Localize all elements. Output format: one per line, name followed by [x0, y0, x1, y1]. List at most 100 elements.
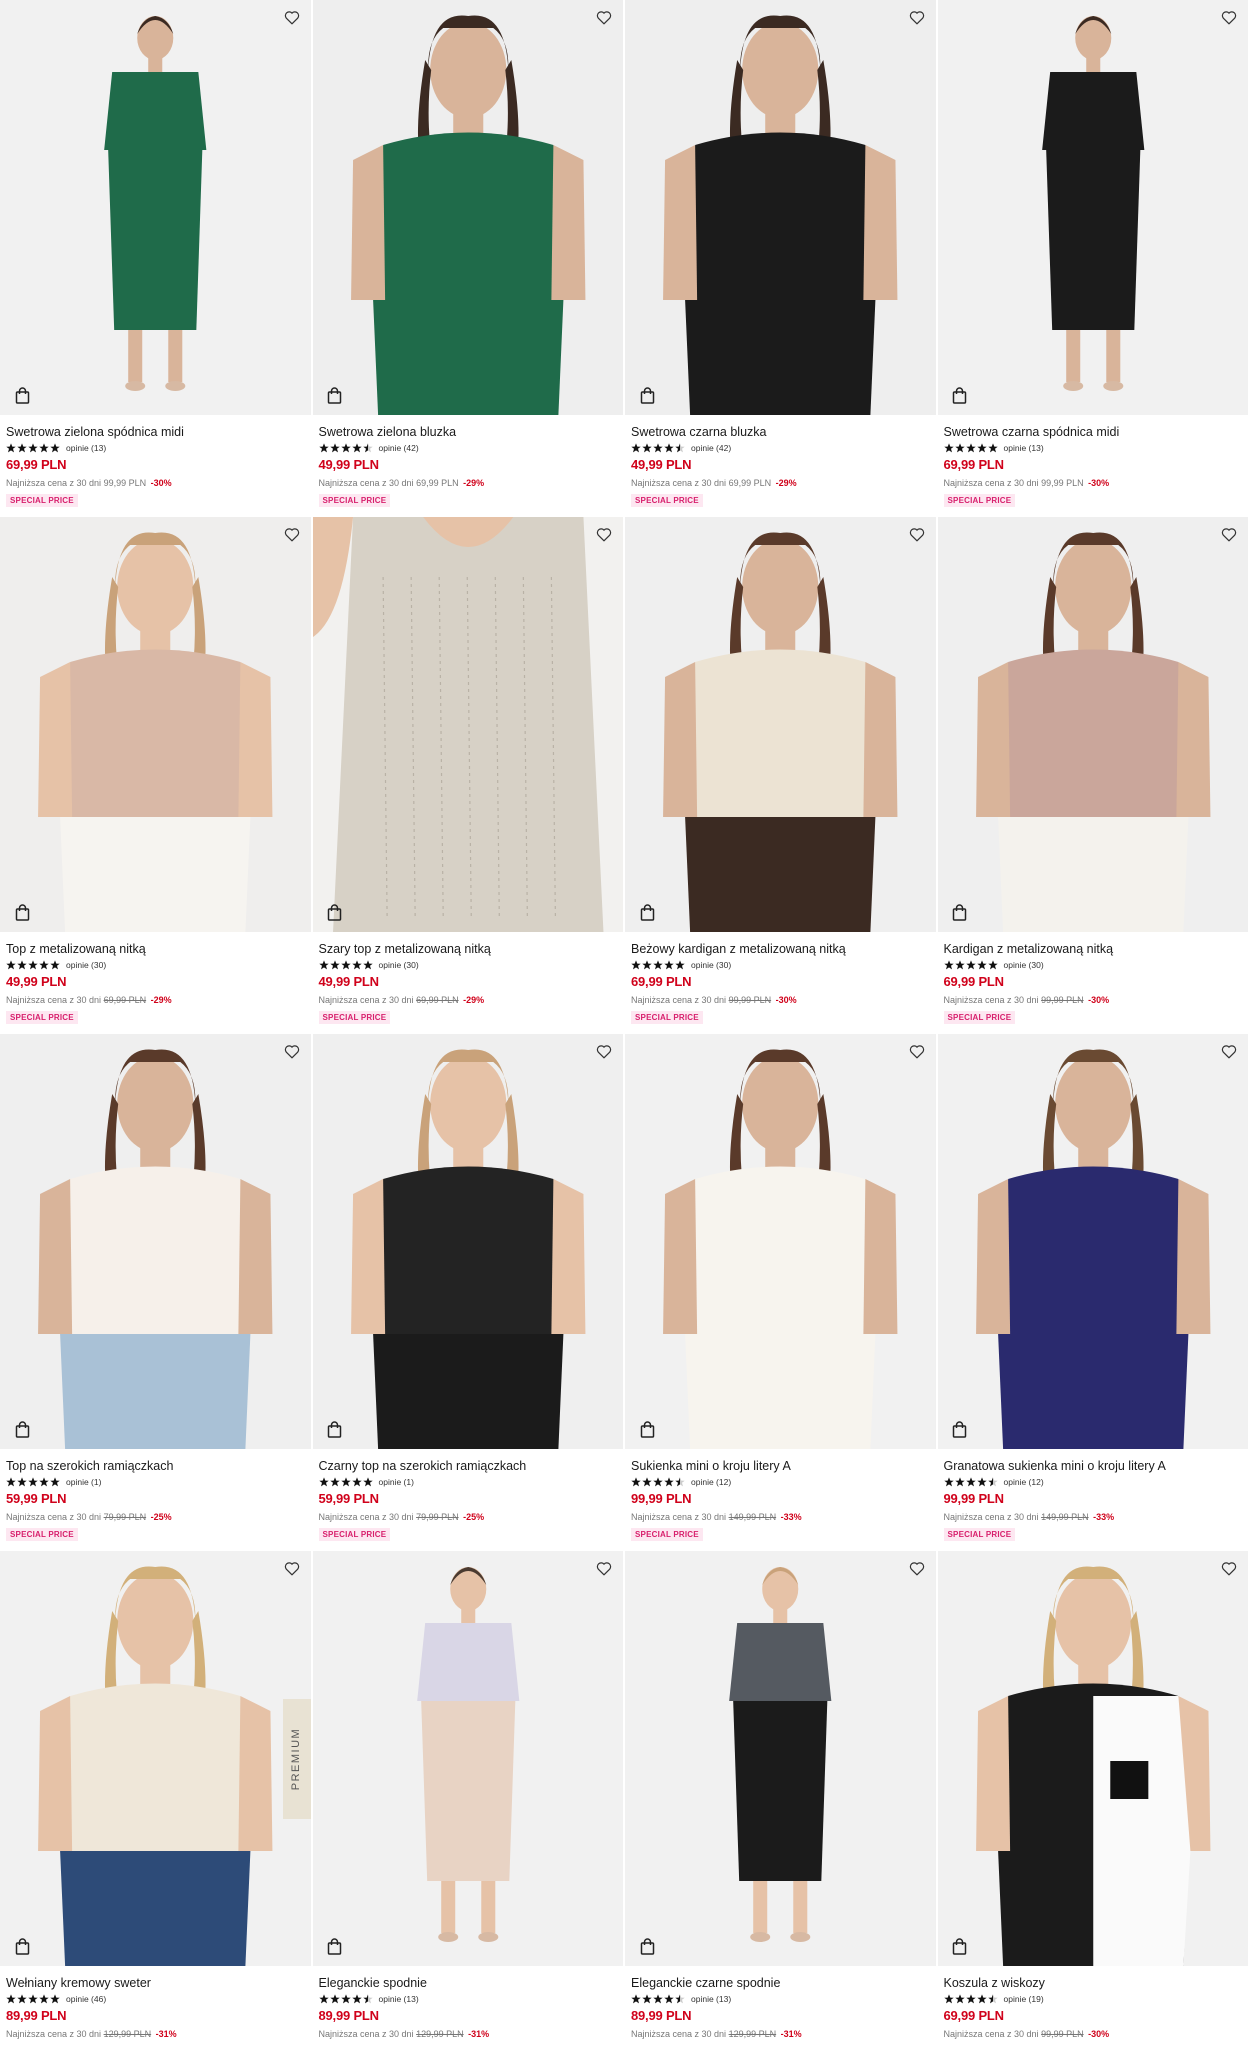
product-card[interactable]: Eleganckie czarne spodnie opinie (13) 89…: [625, 1551, 938, 2045]
product-name[interactable]: Czarny top na szerokich ramiączkach: [319, 1459, 618, 1473]
review-count[interactable]: opinie (13): [379, 1994, 419, 2004]
product-image[interactable]: [625, 1551, 936, 1966]
product-name[interactable]: Beżowy kardigan z metalizowaną nitką: [631, 942, 930, 956]
shopping-bag-icon[interactable]: [637, 902, 657, 922]
product-image[interactable]: [312, 1034, 623, 1449]
product-image[interactable]: [937, 1551, 1248, 1966]
product-image[interactable]: [625, 1034, 936, 1449]
product-image[interactable]: [937, 1034, 1248, 1449]
product-card[interactable]: Swetrowa czarna bluzka opinie (42) 49,99…: [625, 0, 938, 517]
product-name[interactable]: Swetrowa zielona spódnica midi: [6, 425, 305, 439]
product-name[interactable]: Swetrowa czarna spódnica midi: [944, 425, 1243, 439]
product-name[interactable]: Granatowa sukienka mini o kroju litery A: [944, 1459, 1243, 1473]
product-name[interactable]: Top na szerokich ramiączkach: [6, 1459, 305, 1473]
shopping-bag-icon[interactable]: [950, 1936, 970, 1956]
product-card[interactable]: Sukienka mini o kroju litery A opinie (1…: [625, 1034, 938, 1551]
product-name[interactable]: Szary top z metalizowaną nitką: [319, 942, 618, 956]
product-card[interactable]: Beżowy kardigan z metalizowaną nitką opi…: [625, 517, 938, 1034]
review-count[interactable]: opinie (30): [1004, 960, 1044, 970]
product-image[interactable]: [625, 517, 936, 932]
product-image[interactable]: [937, 517, 1248, 932]
lowest-price-value: 69,99 PLN: [416, 478, 459, 488]
product-card[interactable]: Eleganckie spodnie opinie (13) 89,99 PLN…: [312, 1551, 626, 2045]
heart-icon[interactable]: [1218, 6, 1240, 28]
shopping-bag-icon[interactable]: [637, 1936, 657, 1956]
product-name[interactable]: Swetrowa zielona bluzka: [319, 425, 618, 439]
heart-icon[interactable]: [281, 523, 303, 545]
shopping-bag-icon[interactable]: [950, 902, 970, 922]
product-name[interactable]: Koszula z wiskozy: [944, 1976, 1243, 1990]
product-image[interactable]: [0, 517, 311, 932]
shopping-bag-icon[interactable]: [12, 1419, 32, 1439]
product-name[interactable]: Wełniany kremowy sweter: [6, 1976, 305, 1990]
product-card[interactable]: Swetrowa zielona bluzka opinie (42) 49,9…: [312, 0, 626, 517]
product-image[interactable]: PREMIUM: [0, 1551, 311, 1966]
heart-icon[interactable]: [593, 1557, 615, 1579]
review-count[interactable]: opinie (46): [66, 1994, 106, 2004]
product-name[interactable]: Eleganckie czarne spodnie: [631, 1976, 930, 1990]
product-card[interactable]: Kardigan z metalizowaną nitką opinie (30…: [937, 517, 1250, 1034]
product-image[interactable]: [312, 0, 623, 415]
product-image[interactable]: [312, 1551, 623, 1966]
product-card[interactable]: PREMIUM Wełniany kremowy sweter opinie (…: [0, 1551, 313, 2045]
product-name[interactable]: Eleganckie spodnie: [319, 1976, 618, 1990]
product-card[interactable]: Top na szerokich ramiączkach opinie (1) …: [0, 1034, 313, 1551]
product-image[interactable]: [0, 0, 311, 415]
review-count[interactable]: opinie (42): [379, 443, 419, 453]
shopping-bag-icon[interactable]: [12, 902, 32, 922]
review-count[interactable]: opinie (30): [379, 960, 419, 970]
heart-icon[interactable]: [906, 523, 928, 545]
heart-icon[interactable]: [281, 6, 303, 28]
product-image[interactable]: [312, 517, 623, 932]
shopping-bag-icon[interactable]: [637, 1419, 657, 1439]
review-count[interactable]: opinie (13): [1004, 443, 1044, 453]
shopping-bag-icon[interactable]: [12, 1936, 32, 1956]
review-count[interactable]: opinie (1): [379, 1477, 414, 1487]
heart-icon[interactable]: [906, 1557, 928, 1579]
heart-icon[interactable]: [593, 6, 615, 28]
review-count[interactable]: opinie (13): [691, 1994, 731, 2004]
heart-icon[interactable]: [281, 1040, 303, 1062]
shopping-bag-icon[interactable]: [12, 385, 32, 405]
shopping-bag-icon[interactable]: [950, 385, 970, 405]
product-card[interactable]: Swetrowa zielona spódnica midi opinie (1…: [0, 0, 313, 517]
product-name[interactable]: Top z metalizowaną nitką: [6, 942, 305, 956]
discount-percent: -25%: [463, 1512, 485, 1522]
review-count[interactable]: opinie (1): [66, 1477, 101, 1487]
shopping-bag-icon[interactable]: [637, 385, 657, 405]
product-card[interactable]: Swetrowa czarna spódnica midi opinie (13…: [937, 0, 1250, 517]
shopping-bag-icon[interactable]: [950, 1419, 970, 1439]
heart-icon[interactable]: [281, 1557, 303, 1579]
heart-icon[interactable]: [906, 6, 928, 28]
product-card[interactable]: Czarny top na szerokich ramiączkach opin…: [312, 1034, 626, 1551]
product-name[interactable]: Kardigan z metalizowaną nitką: [944, 942, 1243, 956]
review-count[interactable]: opinie (12): [691, 1477, 731, 1487]
product-image[interactable]: [625, 0, 936, 415]
product-name[interactable]: Sukienka mini o kroju litery A: [631, 1459, 930, 1473]
star-icon: [987, 959, 998, 970]
product-card[interactable]: Koszula z wiskozy opinie (19) 69,99 PLN …: [937, 1551, 1250, 2045]
product-card[interactable]: Szary top z metalizowaną nitką opinie (3…: [312, 517, 626, 1034]
rating-stars: [6, 1993, 60, 2004]
product-image[interactable]: [937, 0, 1248, 415]
shopping-bag-icon[interactable]: [325, 1936, 345, 1956]
heart-icon[interactable]: [906, 1040, 928, 1062]
review-count[interactable]: opinie (13): [66, 443, 106, 453]
product-image[interactable]: [0, 1034, 311, 1449]
review-count[interactable]: opinie (30): [66, 960, 106, 970]
heart-icon[interactable]: [593, 523, 615, 545]
review-count[interactable]: opinie (19): [1004, 1994, 1044, 2004]
heart-icon[interactable]: [1218, 523, 1240, 545]
heart-icon[interactable]: [1218, 1557, 1240, 1579]
heart-icon[interactable]: [593, 1040, 615, 1062]
review-count[interactable]: opinie (42): [691, 443, 731, 453]
heart-icon[interactable]: [1218, 1040, 1240, 1062]
shopping-bag-icon[interactable]: [325, 1419, 345, 1439]
product-name[interactable]: Swetrowa czarna bluzka: [631, 425, 930, 439]
review-count[interactable]: opinie (30): [691, 960, 731, 970]
product-card[interactable]: Top z metalizowaną nitką opinie (30) 49,…: [0, 517, 313, 1034]
product-card[interactable]: Granatowa sukienka mini o kroju litery A…: [937, 1034, 1250, 1551]
review-count[interactable]: opinie (12): [1004, 1477, 1044, 1487]
shopping-bag-icon[interactable]: [325, 385, 345, 405]
shopping-bag-icon[interactable]: [325, 902, 345, 922]
